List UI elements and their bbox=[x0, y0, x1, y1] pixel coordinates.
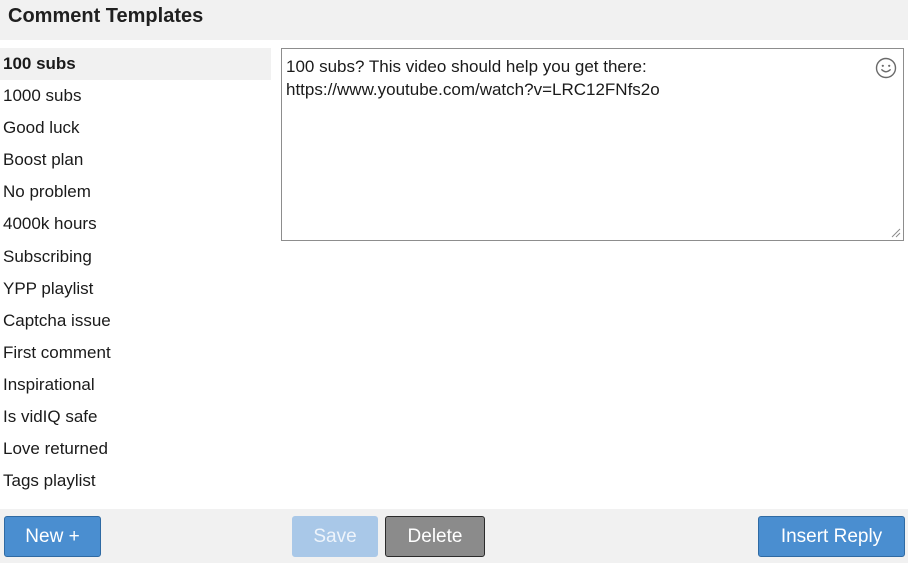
resize-grip-icon[interactable] bbox=[891, 228, 901, 238]
template-item[interactable]: 100 subs bbox=[0, 48, 271, 81]
template-item[interactable]: Good luck bbox=[0, 112, 271, 144]
template-item[interactable]: Is vidIQ safe bbox=[0, 401, 271, 433]
panel-title: Comment Templates bbox=[8, 5, 204, 27]
insert-reply-button[interactable]: Insert Reply bbox=[758, 516, 905, 557]
template-text-editor[interactable]: 100 subs? This video should help you get… bbox=[281, 48, 904, 241]
delete-button[interactable]: Delete bbox=[385, 516, 485, 557]
template-item[interactable]: First comment bbox=[0, 337, 271, 369]
template-item[interactable]: 1000 subs bbox=[0, 80, 271, 112]
template-item[interactable]: Tags playlist bbox=[0, 465, 271, 497]
template-item[interactable]: No problem bbox=[0, 176, 271, 208]
template-item[interactable]: Subscribing bbox=[0, 241, 271, 273]
header-bar: Comment Templates bbox=[0, 0, 908, 40]
template-item[interactable]: Love returned bbox=[0, 433, 271, 465]
template-item[interactable]: 4000k hours bbox=[0, 208, 271, 240]
template-item[interactable]: Boost plan bbox=[0, 144, 271, 176]
template-item[interactable]: YPP playlist bbox=[0, 273, 271, 305]
template-item[interactable]: Inspirational bbox=[0, 369, 271, 401]
comment-templates-panel: Comment Templates 100 subs 1000 subs Goo… bbox=[0, 0, 908, 563]
smiley-icon[interactable] bbox=[875, 57, 897, 79]
template-list: 100 subs 1000 subs Good luck Boost plan … bbox=[0, 48, 271, 509]
template-item[interactable]: Captcha issue bbox=[0, 305, 271, 337]
save-button[interactable]: Save bbox=[292, 516, 378, 557]
footer-bar: New + Save Delete Insert Reply bbox=[0, 509, 908, 563]
new-template-button[interactable]: New + bbox=[4, 516, 101, 557]
template-text[interactable]: 100 subs? This video should help you get… bbox=[286, 55, 863, 101]
